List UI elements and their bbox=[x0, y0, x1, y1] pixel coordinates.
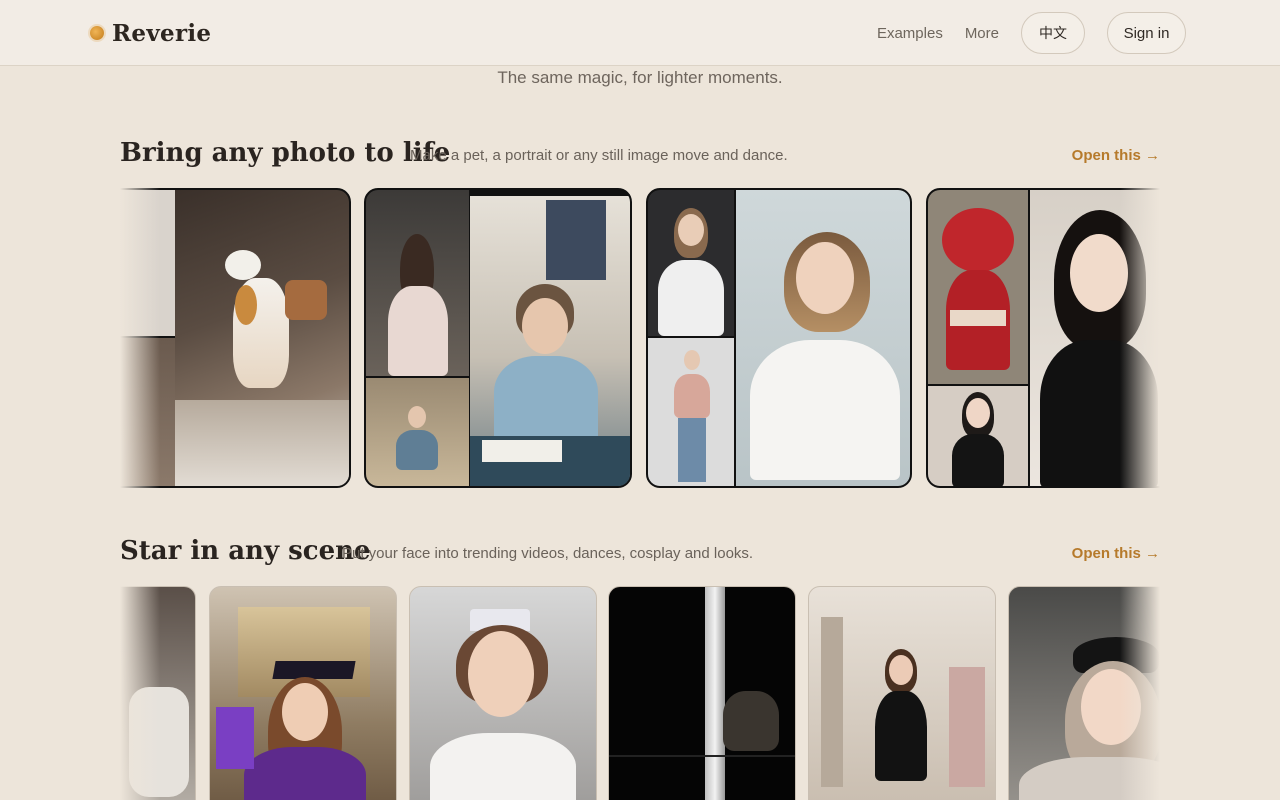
photo-to-life-carousel[interactable] bbox=[120, 188, 1160, 490]
example-card-red-plush[interactable] bbox=[926, 188, 1160, 488]
example-card-cat[interactable] bbox=[120, 188, 351, 488]
main-webcam-girl-image bbox=[470, 196, 630, 486]
thumbnail-woman-pink-sweater bbox=[648, 338, 734, 486]
main-sweater-woman-image bbox=[736, 190, 910, 486]
main-cat-image bbox=[175, 190, 349, 486]
thumbnail-cat-room bbox=[120, 338, 175, 486]
top-navigation-bar: Reverie Examples More 中文 Sign in bbox=[0, 0, 1280, 66]
thumbnail-desk-girl bbox=[366, 378, 469, 486]
thumbnail-woman-dark bbox=[648, 190, 734, 336]
section-subtitle: Make a pet, a portrait or any still imag… bbox=[410, 147, 788, 164]
section-title: Star in any scene bbox=[120, 536, 371, 566]
example-card-sweater-woman[interactable] bbox=[646, 188, 912, 488]
nav-more-link[interactable]: More bbox=[965, 25, 999, 42]
nav-examples-link[interactable]: Examples bbox=[877, 25, 943, 42]
example-card-hallway[interactable] bbox=[808, 586, 996, 800]
section-header-star-in-scene: Star in any scene Put your face into tre… bbox=[120, 530, 1160, 570]
star-in-scene-carousel[interactable] bbox=[120, 586, 1160, 800]
example-card-night-pole[interactable] bbox=[608, 586, 796, 800]
main-woman-black-top-image bbox=[1030, 190, 1160, 486]
thumbnail-woman-black-top bbox=[928, 386, 1028, 486]
open-this-link[interactable]: Open this → bbox=[1072, 147, 1160, 164]
hero-tagline: The same magic, for lighter moments. bbox=[497, 68, 783, 87]
example-card-webcam-girl[interactable] bbox=[364, 188, 632, 488]
example-card-graduation[interactable] bbox=[209, 586, 397, 800]
logo[interactable]: Reverie bbox=[90, 18, 211, 48]
thumbnail-flower-crown-girl bbox=[366, 190, 469, 376]
section-header-photo-to-life: Bring any photo to life Make a pet, a po… bbox=[120, 132, 1160, 172]
logo-text: Reverie bbox=[112, 19, 212, 47]
thumbnail-cat-statue bbox=[120, 190, 175, 336]
example-card-cap-selfie[interactable] bbox=[1008, 586, 1160, 800]
language-toggle-button[interactable]: 中文 bbox=[1021, 12, 1085, 54]
open-this-link[interactable]: Open this → bbox=[1072, 545, 1160, 562]
section-subtitle: Put your face into trending videos, danc… bbox=[342, 545, 754, 562]
example-card-partial[interactable] bbox=[120, 586, 196, 800]
thumbnail-red-plush bbox=[928, 190, 1028, 384]
section-title: Bring any photo to life bbox=[120, 138, 451, 168]
logo-dot-icon bbox=[90, 26, 104, 40]
nav-menu: Examples More 中文 Sign in bbox=[877, 12, 1186, 54]
sign-in-button[interactable]: Sign in bbox=[1107, 12, 1186, 54]
example-card-princess[interactable] bbox=[409, 586, 597, 800]
